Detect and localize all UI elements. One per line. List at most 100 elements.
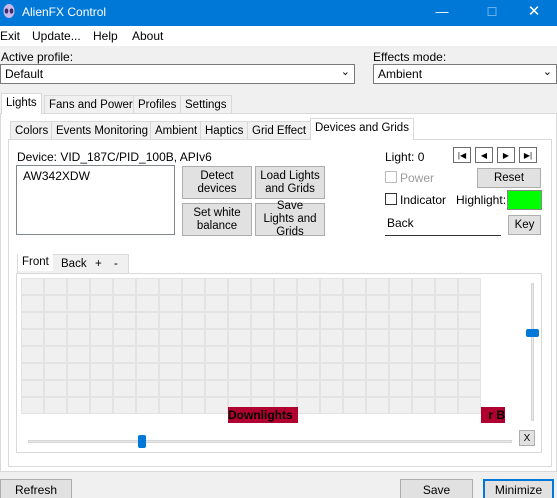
grid-cell[interactable]: [44, 363, 67, 380]
grid-cell[interactable]: [21, 346, 44, 363]
grid-cell[interactable]: [458, 278, 481, 295]
device-list[interactable]: AW342XDW: [16, 165, 175, 235]
grid-cell[interactable]: [366, 380, 389, 397]
grid-cell[interactable]: [182, 363, 205, 380]
grid-cell[interactable]: [435, 295, 458, 312]
refresh-button[interactable]: Refresh: [0, 479, 72, 498]
grid-cell[interactable]: [297, 397, 320, 414]
grid-cell[interactable]: [389, 397, 412, 414]
tab-fans-and-power[interactable]: Fans and Power: [44, 95, 138, 114]
set-white-balance-button[interactable]: Set white balance: [182, 203, 252, 236]
tab-colors[interactable]: Colors: [10, 121, 54, 140]
first-light-button[interactable]: |◀: [453, 147, 471, 163]
load-lights-and-grids-button[interactable]: Load Lights and Grids: [255, 166, 325, 199]
grid-cell[interactable]: [90, 363, 113, 380]
save-button[interactable]: Save: [400, 479, 473, 498]
grid-cell[interactable]: [435, 397, 458, 414]
grid-cell[interactable]: [90, 397, 113, 414]
grid-cell[interactable]: [113, 329, 136, 346]
grid-cell[interactable]: [44, 397, 67, 414]
grid-cell[interactable]: [159, 295, 182, 312]
grid-cell[interactable]: [251, 346, 274, 363]
light-name-field[interactable]: Back: [385, 213, 501, 236]
grid-cell[interactable]: [343, 312, 366, 329]
highlight-color-swatch[interactable]: [507, 190, 542, 210]
grid-cell[interactable]: [274, 363, 297, 380]
grid-cell[interactable]: [412, 295, 435, 312]
grid-cell[interactable]: [343, 380, 366, 397]
grid-cell[interactable]: [159, 397, 182, 414]
grid-cell[interactable]: [297, 346, 320, 363]
grid-cell[interactable]: [389, 312, 412, 329]
tab-front[interactable]: Front: [18, 253, 53, 271]
grid-cell[interactable]: [113, 346, 136, 363]
grid-cell[interactable]: [44, 329, 67, 346]
tab-events-monitoring[interactable]: Events Monitoring: [51, 121, 154, 140]
grid-cell[interactable]: [182, 329, 205, 346]
grid-cell[interactable]: [67, 329, 90, 346]
tab-back[interactable]: Back: [57, 255, 91, 273]
grid-cell[interactable]: [182, 346, 205, 363]
grid-cell[interactable]: [458, 312, 481, 329]
grid-cell[interactable]: [67, 380, 90, 397]
grid-cell[interactable]: [412, 346, 435, 363]
grid-cell[interactable]: [205, 278, 228, 295]
grid-cell[interactable]: [90, 312, 113, 329]
grid-cell[interactable]: [297, 278, 320, 295]
grid-cell[interactable]: [274, 278, 297, 295]
grid-cell[interactable]: [159, 312, 182, 329]
list-item[interactable]: AW342XDW: [17, 166, 174, 186]
downlights-label[interactable]: Downlights: [228, 407, 298, 423]
grid-cell[interactable]: [435, 380, 458, 397]
tab-grid-effect[interactable]: Grid Effect: [247, 121, 312, 140]
grid-cell[interactable]: [320, 312, 343, 329]
grid-cell[interactable]: [113, 295, 136, 312]
maximize-window-button[interactable]: ☐: [469, 0, 515, 26]
grid-cell[interactable]: [412, 397, 435, 414]
grid-cell[interactable]: [297, 363, 320, 380]
grid-cell[interactable]: [228, 329, 251, 346]
grid-cell[interactable]: [458, 295, 481, 312]
grid-cell[interactable]: [90, 295, 113, 312]
close-window-button[interactable]: ✕: [511, 0, 557, 26]
grid-cell[interactable]: [136, 397, 159, 414]
grid-cell[interactable]: [435, 363, 458, 380]
grid-cell[interactable]: [182, 380, 205, 397]
grid-cell[interactable]: [412, 380, 435, 397]
grid-cell[interactable]: [458, 346, 481, 363]
grid-cell[interactable]: [343, 278, 366, 295]
grid-cell[interactable]: [228, 312, 251, 329]
grid-cell[interactable]: [90, 278, 113, 295]
grid-cell[interactable]: [90, 346, 113, 363]
grid-cell[interactable]: [44, 346, 67, 363]
menu-about[interactable]: About: [132, 29, 163, 43]
grid-cell[interactable]: [136, 346, 159, 363]
grid-cell[interactable]: [458, 363, 481, 380]
grid-cell[interactable]: [21, 380, 44, 397]
grid-cell[interactable]: [90, 380, 113, 397]
grid-cell[interactable]: [458, 329, 481, 346]
grid-cell[interactable]: [205, 295, 228, 312]
grid-cell[interactable]: [412, 278, 435, 295]
grid-cell[interactable]: [113, 380, 136, 397]
grid-cell[interactable]: [274, 329, 297, 346]
prev-light-button[interactable]: ◀: [475, 147, 493, 163]
grid-cell[interactable]: [21, 363, 44, 380]
grid-cell[interactable]: [205, 363, 228, 380]
grid-cell[interactable]: [251, 295, 274, 312]
grid-cell[interactable]: [343, 295, 366, 312]
grid-cell[interactable]: [182, 278, 205, 295]
tab-ambient[interactable]: Ambient: [150, 121, 203, 140]
tab-devices-and-grids[interactable]: Devices and Grids: [310, 118, 414, 140]
grid-cell[interactable]: [205, 380, 228, 397]
grid-cell[interactable]: [320, 295, 343, 312]
tab-add-grid[interactable]: +: [91, 255, 106, 273]
grid-cell[interactable]: [274, 312, 297, 329]
grid-cell[interactable]: [182, 295, 205, 312]
grid-cell[interactable]: [458, 397, 481, 414]
grid-cell[interactable]: [67, 295, 90, 312]
tab-haptics[interactable]: Haptics: [200, 121, 249, 140]
grid-cell[interactable]: [251, 278, 274, 295]
indicator-checkbox[interactable]: [385, 193, 397, 205]
grid-cell[interactable]: [343, 397, 366, 414]
